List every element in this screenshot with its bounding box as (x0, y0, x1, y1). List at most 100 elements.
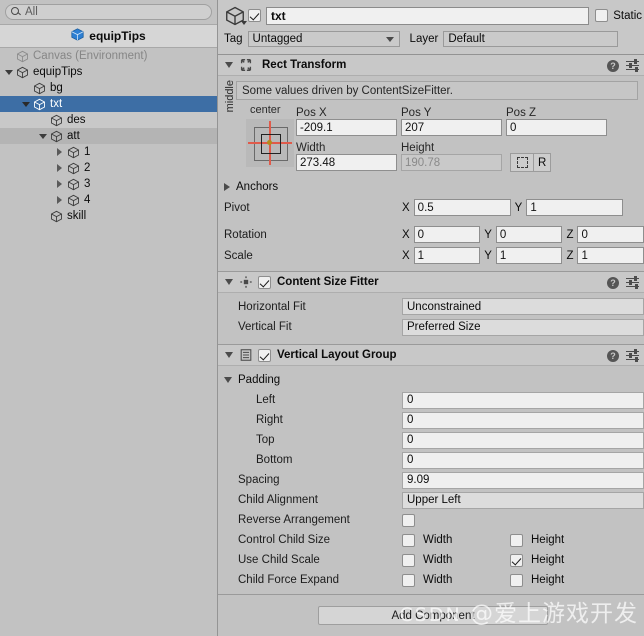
scale-x-axis-label: X (402, 249, 410, 262)
spacing-label: Spacing (238, 474, 280, 486)
expand-arrow-none (36, 112, 49, 128)
width-field[interactable]: 273.48 (296, 154, 397, 171)
tag-dropdown[interactable]: Untagged (247, 31, 400, 47)
child-force-expand-height-checkbox[interactable] (510, 573, 523, 587)
pos-z-field[interactable]: 0 (506, 119, 607, 136)
pivot-y-field[interactable]: 1 (526, 199, 624, 216)
raw-edit-mode-button[interactable]: R (534, 153, 552, 172)
foldout-toggle[interactable] (222, 55, 236, 76)
expand-arrow-down-icon[interactable] (36, 128, 49, 144)
hierarchy-item-2[interactable]: 2 (0, 160, 217, 176)
padding-right-field[interactable]: 0 (402, 411, 644, 429)
preset-settings-icon[interactable] (626, 275, 639, 289)
hierarchy-item-canvas-environment[interactable]: Canvas (Environment) (0, 48, 217, 64)
hierarchy-item-skill[interactable]: skill (0, 208, 217, 224)
scale-y-field[interactable]: 1 (495, 247, 563, 264)
expand-arrow-down-icon[interactable] (19, 96, 32, 112)
gameobject-name-field[interactable]: txt (266, 6, 590, 25)
blueprint-mode-icon[interactable] (510, 153, 534, 172)
expand-arrow-right-icon[interactable] (53, 144, 66, 160)
rotation-x-field[interactable]: 0 (413, 226, 481, 243)
padding-left-label: Left (256, 394, 276, 406)
preset-settings-icon[interactable] (626, 348, 639, 362)
pos-y-field[interactable]: 207 (401, 119, 502, 136)
hierarchy-item-label: des (67, 114, 86, 126)
foldout-toggle[interactable] (222, 345, 236, 366)
pivot-y-axis-label: Y (514, 201, 523, 214)
layer-dropdown[interactable]: Default (443, 31, 619, 47)
gameobject-icon[interactable] (222, 6, 248, 26)
rect-transform-header[interactable]: Rect Transform ? (218, 55, 644, 76)
padding-bottom-field[interactable]: 0 (402, 451, 644, 469)
use-child-scale-width-label: Width (423, 554, 453, 566)
expand-arrow-right-icon[interactable] (53, 160, 66, 176)
hierarchy-item-equiptips[interactable]: equipTips (0, 64, 217, 80)
hierarchy-item-des[interactable]: des (0, 112, 217, 128)
scale-z-field[interactable]: 1 (577, 247, 644, 264)
hierarchy-item-4[interactable]: 4 (0, 192, 217, 208)
child-force-expand-width-checkbox[interactable] (402, 573, 415, 587)
use-child-scale-height-checkbox[interactable] (510, 553, 523, 567)
vertical-layout-group-title: Vertical Layout Group (277, 349, 397, 361)
expand-arrow-right-icon[interactable] (53, 192, 66, 208)
padding-foldout[interactable]: Padding (218, 370, 644, 390)
pivot-x-field[interactable]: 0.5 (413, 199, 511, 216)
control-child-size-height-checkbox[interactable] (510, 533, 523, 547)
scale-z-axis-label: Z (566, 249, 574, 262)
hierarchy-item-bg[interactable]: bg (0, 80, 217, 96)
control-child-size-width-checkbox[interactable] (402, 533, 415, 547)
help-icon[interactable]: ? (607, 349, 619, 362)
control-child-size-height-label: Height (531, 534, 565, 546)
hierarchy-item-txt[interactable]: txt (0, 96, 217, 112)
anchors-foldout[interactable]: Anchors (218, 177, 644, 197)
padding-left-field[interactable]: 0 (402, 391, 644, 409)
hierarchy-item-att[interactable]: att (0, 128, 217, 144)
content-size-fitter-enabled-checkbox[interactable] (258, 275, 271, 289)
hierarchy-item-label: 3 (84, 178, 91, 190)
vertical-fit-label: Vertical Fit (238, 321, 292, 333)
gameobject-enabled-checkbox[interactable] (248, 9, 261, 22)
hierarchy-item-label: 1 (84, 146, 91, 158)
anchor-preset-diagram[interactable] (246, 119, 294, 167)
rotation-z-field[interactable]: 0 (577, 226, 644, 243)
anchor-preset-widget[interactable]: center middle (224, 80, 296, 172)
gameobject-cube-icon (32, 96, 47, 112)
scale-x-field[interactable]: 1 (413, 247, 481, 264)
pos-x-label: Pos X (296, 107, 327, 119)
expand-arrow-right-icon[interactable] (53, 176, 66, 192)
driven-values-notice: Some values driven by ContentSizeFitter. (236, 81, 638, 100)
help-icon[interactable]: ? (607, 59, 619, 72)
vertical-layout-group-enabled-checkbox[interactable] (258, 348, 271, 362)
vertical-layout-group-header[interactable]: Vertical Layout Group ? (218, 345, 644, 366)
anchors-label: Anchors (236, 181, 279, 193)
hierarchy-item-1[interactable]: 1 (0, 144, 217, 160)
add-component-button[interactable]: Add Component (318, 606, 548, 625)
rotation-y-field[interactable]: 0 (495, 226, 563, 243)
foldout-toggle[interactable] (222, 272, 236, 293)
hierarchy-item-label: att (67, 130, 80, 142)
rotation-z-value: 0 (581, 228, 588, 241)
preset-settings-icon[interactable] (626, 58, 639, 72)
search-placeholder: All (25, 6, 38, 18)
help-icon[interactable]: ? (607, 276, 619, 289)
search-input[interactable]: All (5, 4, 212, 20)
pos-x-field[interactable]: -209.1 (296, 119, 397, 136)
layer-label: Layer (409, 33, 439, 45)
component-vertical-layout-group: Vertical Layout Group ? Padding Left 0 R… (218, 345, 644, 596)
hierarchy-item-3[interactable]: 3 (0, 176, 217, 192)
horizontal-fit-dropdown[interactable]: Unconstrained (402, 298, 644, 315)
hierarchy-item-label: txt (50, 98, 63, 110)
static-checkbox[interactable] (595, 9, 609, 22)
padding-label: Padding (238, 374, 281, 386)
child-alignment-dropdown[interactable]: Upper Left (402, 491, 644, 509)
padding-top-field[interactable]: 0 (402, 431, 644, 449)
vertical-fit-dropdown[interactable]: Preferred Size (402, 318, 644, 336)
gameobject-cube-icon (49, 112, 64, 128)
spacing-field[interactable]: 9.09 (402, 471, 644, 489)
content-size-fitter-header[interactable]: Content Size Fitter ? (218, 272, 644, 293)
use-child-scale-width-checkbox[interactable] (402, 553, 415, 567)
reverse-arrangement-checkbox[interactable] (402, 513, 415, 527)
expand-arrow-down-icon[interactable] (2, 64, 15, 80)
